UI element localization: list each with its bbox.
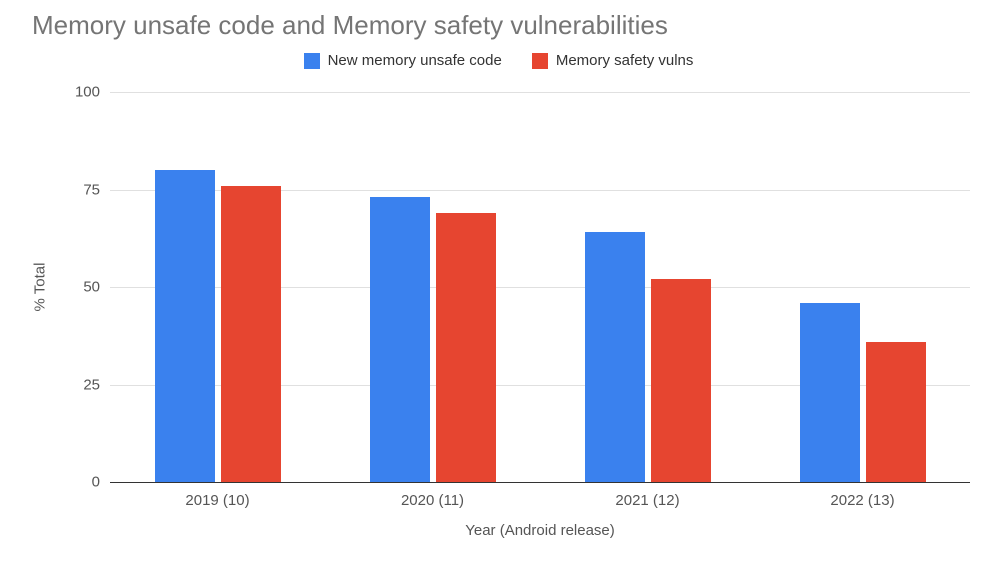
bar xyxy=(800,303,860,482)
y-tick-label: 100 xyxy=(60,84,100,101)
x-tick-label: 2021 (12) xyxy=(615,492,679,509)
bar xyxy=(221,186,281,482)
y-tick-label: 75 xyxy=(60,181,100,198)
chart-title: Memory unsafe code and Memory safety vul… xyxy=(32,10,668,41)
plot-area: 0255075100 2019 (10)2020 (11)2021 (12)20… xyxy=(110,92,970,482)
bar xyxy=(866,342,926,482)
x-tick-label: 2020 (11) xyxy=(401,492,464,509)
legend-swatch-1 xyxy=(532,53,548,69)
bar xyxy=(370,197,430,482)
x-tick-label: 2022 (13) xyxy=(830,492,894,509)
legend-label-0: New memory unsafe code xyxy=(328,52,502,69)
legend-item-1: Memory safety vulns xyxy=(532,52,694,69)
legend-item-0: New memory unsafe code xyxy=(304,52,502,69)
gridline xyxy=(110,482,970,483)
legend: New memory unsafe code Memory safety vul… xyxy=(0,52,997,69)
legend-swatch-0 xyxy=(304,53,320,69)
bar-chart: Memory unsafe code and Memory safety vul… xyxy=(0,0,997,565)
y-axis-label: % Total xyxy=(32,263,49,312)
bar xyxy=(651,279,711,482)
bar xyxy=(585,232,645,482)
bars-container: 2019 (10)2020 (11)2021 (12)2022 (13) xyxy=(110,92,970,482)
x-axis-label: Year (Android release) xyxy=(465,522,615,539)
y-tick-label: 50 xyxy=(60,279,100,296)
x-tick-label: 2019 (10) xyxy=(185,492,249,509)
y-tick-label: 25 xyxy=(60,376,100,393)
y-tick-label: 0 xyxy=(60,474,100,491)
legend-label-1: Memory safety vulns xyxy=(556,52,694,69)
bar xyxy=(436,213,496,482)
bar xyxy=(155,170,215,482)
